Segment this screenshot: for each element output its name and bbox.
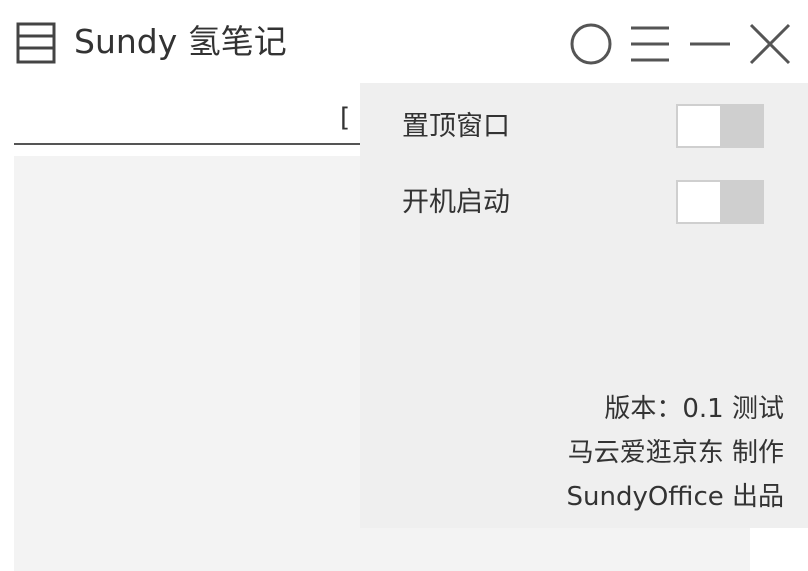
author-text: 马云爱逛京东 制作 bbox=[567, 438, 784, 468]
notebook-icon bbox=[16, 22, 56, 64]
settings-panel: 置顶窗口 开机启动 版本：0.1 测试 马云爱逛京东 制作 SundyOffic… bbox=[360, 83, 808, 528]
version-text: 版本：0.1 测试 bbox=[604, 394, 784, 424]
app-title: Sundy 氢笔记 bbox=[74, 22, 287, 61]
toggle-knob bbox=[678, 182, 720, 222]
circle-icon bbox=[570, 23, 612, 65]
always-on-top-toggle[interactable] bbox=[676, 104, 764, 148]
menu-icon bbox=[631, 26, 669, 62]
title-bar: Sundy 氢笔记 bbox=[0, 0, 808, 86]
publisher-text: SundyOffice 出品 bbox=[566, 482, 784, 512]
close-icon bbox=[749, 23, 791, 65]
minimize-icon bbox=[690, 42, 730, 46]
start-on-boot-toggle[interactable] bbox=[676, 180, 764, 224]
title-field-text: [ bbox=[340, 103, 351, 133]
setting-label-start-on-boot: 开机启动 bbox=[402, 187, 510, 218]
title-field-underline bbox=[14, 143, 364, 145]
setting-label-always-on-top: 置顶窗口 bbox=[402, 111, 510, 142]
close-button[interactable] bbox=[748, 22, 792, 66]
toggle-knob bbox=[678, 106, 720, 146]
minimize-button[interactable] bbox=[688, 22, 732, 66]
menu-button[interactable] bbox=[628, 22, 672, 66]
circle-button[interactable] bbox=[569, 22, 613, 66]
